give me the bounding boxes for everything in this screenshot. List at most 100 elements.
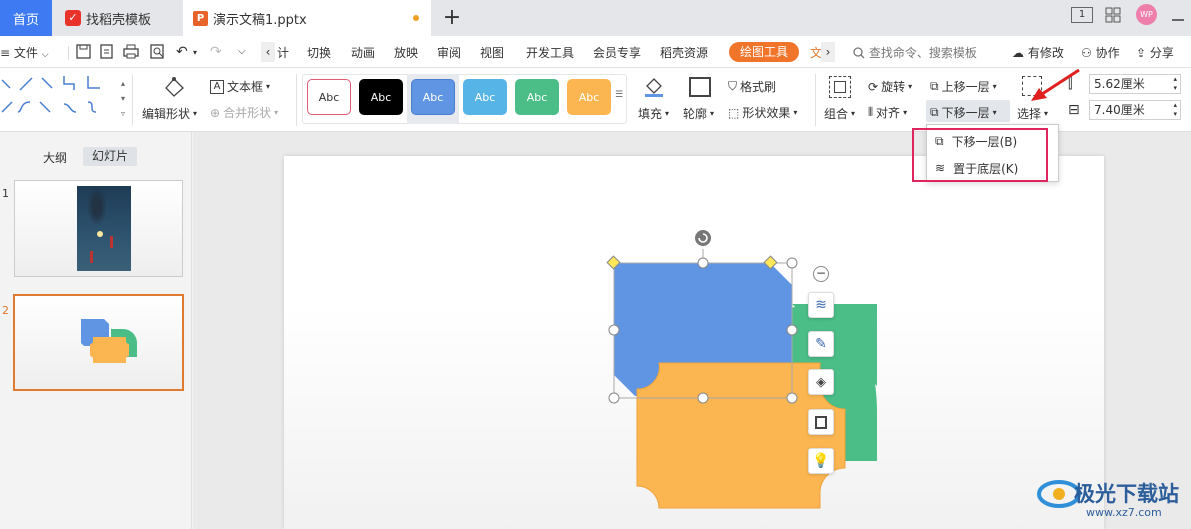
print-icon[interactable] bbox=[123, 44, 139, 62]
style-swatch-blue[interactable]: Abc bbox=[411, 79, 455, 115]
menu-transitions[interactable]: 切换 bbox=[307, 44, 331, 61]
share-button[interactable]: ⇪ 分享 bbox=[1136, 44, 1174, 61]
menu-slideshow[interactable]: 放映 bbox=[394, 44, 418, 61]
fill-label: 填充 bbox=[638, 107, 663, 121]
divider bbox=[296, 74, 297, 126]
slide-shapes bbox=[606, 230, 877, 509]
fill-float-button[interactable]: ◈ bbox=[808, 369, 834, 395]
group-button[interactable]: 组合 ▾ bbox=[824, 105, 855, 122]
menu-developer[interactable]: 开发工具 bbox=[526, 44, 574, 61]
tab-document[interactable]: P 演示文稿1.pptx bbox=[183, 0, 431, 36]
style-swatch-label: Abc bbox=[474, 90, 496, 104]
edit-shape-button[interactable]: 编辑形状 ▾ bbox=[142, 105, 197, 122]
outline-button[interactable]: 轮廓 ▾ bbox=[683, 105, 714, 122]
user-avatar[interactable]: WP bbox=[1136, 4, 1157, 25]
tab-outline-label: 大纲 bbox=[43, 151, 68, 165]
style-swatch-white[interactable]: Abc bbox=[307, 79, 351, 115]
divider bbox=[132, 74, 133, 126]
gallery-scroll-icon[interactable]: ▴ ▾ ▿ bbox=[118, 76, 128, 122]
merge-shapes-button[interactable]: ⊕ 合并形状 ▾ bbox=[210, 104, 278, 121]
annotation-arrow-icon bbox=[1031, 68, 1080, 101]
tab-template[interactable]: ✓ 找稻壳模板 bbox=[55, 0, 180, 36]
minimize-icon[interactable] bbox=[1172, 9, 1184, 21]
search-box[interactable]: 查找命令、搜索模板 bbox=[853, 44, 977, 61]
style-swatch-lightblue[interactable]: Abc bbox=[463, 79, 507, 115]
align-icon: ⫴ bbox=[868, 105, 874, 119]
menu-member[interactable]: 会员专享 bbox=[593, 44, 641, 61]
has-changes-label: 有修改 bbox=[1027, 46, 1064, 60]
tab-bar: 首页 ✓ 找稻壳模板 P 演示文稿1.pptx + 1 WP bbox=[0, 0, 1191, 36]
tab-home[interactable]: 首页 bbox=[0, 0, 52, 36]
outline-float-button[interactable] bbox=[808, 409, 834, 435]
menu-review[interactable]: 审阅 bbox=[437, 44, 461, 61]
ppt-file-icon: P bbox=[193, 10, 208, 26]
undo-icon[interactable]: ↶ bbox=[176, 44, 188, 60]
slide-canvas[interactable]: − ≋ ✎ ◈ 💡 bbox=[284, 156, 1104, 529]
tab-drawing-tools[interactable]: 绘图工具 bbox=[729, 42, 799, 62]
print-preview-icon[interactable] bbox=[150, 44, 165, 62]
redo-icon[interactable]: ↷ bbox=[210, 44, 222, 60]
scroll-left-icon[interactable]: ‹ bbox=[261, 42, 275, 62]
rotate-button[interactable]: ⟳ 旋转 ▾ bbox=[868, 78, 912, 95]
scroll-right-icon[interactable]: › bbox=[821, 42, 835, 62]
collaborate-button[interactable]: ⚇ 协作 bbox=[1081, 44, 1120, 61]
select-button[interactable]: 选择 ▾ bbox=[1017, 105, 1048, 122]
shape-width-value: 7.40厘米 bbox=[1094, 103, 1145, 117]
group-icon bbox=[829, 76, 851, 98]
menu-view[interactable]: 视图 bbox=[480, 44, 504, 61]
bring-forward-icon: ⧉ bbox=[930, 79, 939, 93]
grid-apps-icon[interactable] bbox=[1105, 7, 1121, 23]
group-label: 组合 bbox=[824, 107, 849, 121]
slide-thumbnail-1[interactable] bbox=[14, 180, 183, 277]
menu-design-partial[interactable]: 计 bbox=[277, 44, 289, 61]
chevron-down-icon: ▾ bbox=[992, 108, 997, 117]
text-box-button[interactable]: A 文本框 ▾ bbox=[210, 78, 270, 95]
style-swatch-label: Abc bbox=[578, 90, 600, 104]
style-swatch-green[interactable]: Abc bbox=[515, 79, 559, 115]
has-changes-button[interactable]: ☁ 有修改 bbox=[1012, 44, 1064, 61]
layer-float-button[interactable]: ≋ bbox=[808, 292, 834, 318]
style-more-icon[interactable]: ☰ bbox=[615, 90, 623, 100]
style-float-button[interactable]: ✎ bbox=[808, 331, 834, 357]
menu-animations[interactable]: 动画 bbox=[351, 44, 375, 61]
highlight-box bbox=[912, 128, 1048, 182]
window-layout-icon[interactable]: 1 bbox=[1071, 7, 1093, 23]
menu-file[interactable]: ≡ 文件 ⌵ bbox=[0, 44, 49, 61]
window-layout-label: 1 bbox=[1078, 9, 1086, 20]
tab-slides[interactable]: 幻灯片 bbox=[83, 147, 137, 166]
stepper-icon[interactable]: ▴ ▾ bbox=[1173, 101, 1177, 119]
style-swatch-black[interactable]: Abc bbox=[359, 79, 403, 115]
save-icon[interactable] bbox=[76, 44, 91, 63]
connector-shape-gallery[interactable] bbox=[0, 72, 115, 122]
chevron-down-icon: ▾ bbox=[992, 82, 997, 91]
stepper-icon[interactable]: ▴ ▾ bbox=[1173, 75, 1177, 93]
undo-dropdown-icon[interactable]: ▾ bbox=[193, 48, 197, 57]
new-tab-button[interactable]: + bbox=[440, 5, 464, 30]
chevron-down-icon: ▾ bbox=[793, 108, 798, 117]
fill-button[interactable]: 填充 ▾ bbox=[638, 105, 669, 122]
slide-thumbnail-panel: 大纲 幻灯片 1 2 bbox=[0, 132, 192, 529]
tab-outline[interactable]: 大纲 bbox=[43, 149, 67, 166]
send-backward-button[interactable]: ⧉ 下移一层 ▾ bbox=[930, 104, 997, 121]
style-swatch-orange[interactable]: Abc bbox=[567, 79, 611, 115]
align-button[interactable]: ⫴ 对齐 ▾ bbox=[868, 104, 907, 121]
send-backward-label: 下移一层 bbox=[941, 106, 990, 120]
slide-image-thumbnail bbox=[77, 186, 131, 271]
shape-width-field[interactable]: 7.40厘米 ▴ ▾ bbox=[1089, 100, 1181, 120]
bring-forward-button[interactable]: ⧉ 上移一层 ▾ bbox=[930, 78, 997, 95]
collapse-toolbar-icon[interactable]: − bbox=[813, 266, 829, 282]
shape-height-field[interactable]: 5.62厘米 ▴ ▾ bbox=[1089, 74, 1181, 94]
brush-icon: ✎ bbox=[815, 336, 827, 352]
smart-float-button[interactable]: 💡 bbox=[808, 448, 834, 474]
format-painter-button[interactable]: ⛉ 格式刷 bbox=[728, 78, 776, 95]
customize-toolbar-icon[interactable]: ⌵ bbox=[238, 46, 246, 57]
shape-effects-icon: ⬚ bbox=[728, 105, 740, 120]
export-pdf-icon[interactable] bbox=[99, 44, 114, 62]
rotate-handle-icon[interactable] bbox=[695, 230, 711, 246]
chevron-down-icon: ▾ bbox=[851, 109, 856, 118]
bring-forward-label: 上移一层 bbox=[941, 80, 990, 94]
slide-thumbnail-2[interactable] bbox=[13, 294, 184, 391]
align-label: 对齐 bbox=[876, 106, 901, 120]
shape-effects-button[interactable]: ⬚ 形状效果 ▾ bbox=[728, 104, 797, 121]
menu-docer-resources[interactable]: 稻壳资源 bbox=[660, 44, 708, 61]
